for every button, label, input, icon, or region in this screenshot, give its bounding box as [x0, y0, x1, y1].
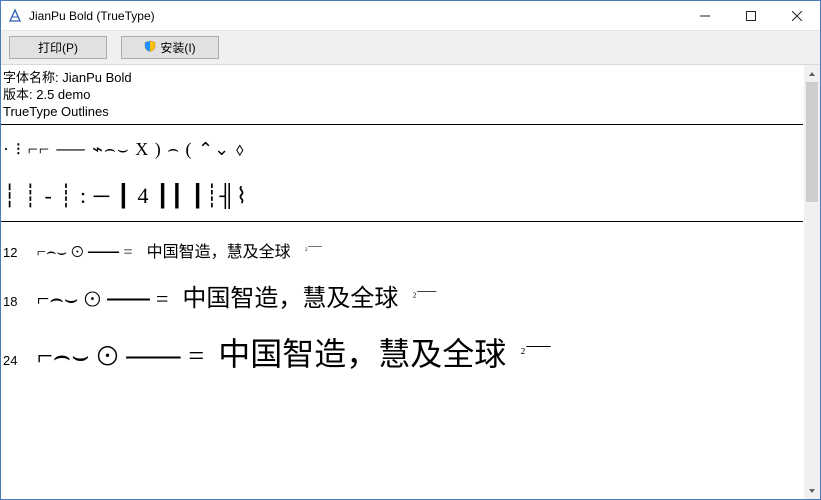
sample-row-24: 24 ⌐⌢⌣ ⊙ ⸺ = 中国智造，慧及全球 ₂⸺ [1, 313, 803, 375]
scrollbar-thumb[interactable] [806, 82, 818, 202]
outlines-value: TrueType Outlines [3, 103, 801, 120]
sample-size-label: 18 [3, 294, 23, 309]
scrollbar-track[interactable] [804, 82, 820, 482]
sample-sup: ₂⸺ [305, 244, 323, 262]
preview-pane: 字体名称: JianPu Bold 版本: 2.5 demo TrueType … [1, 65, 803, 499]
sample-sup: ₂⸺ [520, 341, 551, 373]
window-title: JianPu Bold (TrueType) [29, 9, 155, 23]
version-value: 2.5 demo [36, 87, 90, 102]
scroll-down-arrow-icon[interactable] [804, 482, 820, 499]
sample-symbols: ⌐⌢⌣ ⊙ ⸺ = [37, 286, 168, 312]
font-name-label: 字体名称: [3, 70, 59, 85]
scroll-up-arrow-icon[interactable] [804, 65, 820, 82]
maximize-button[interactable] [728, 1, 774, 31]
minimize-button[interactable] [682, 1, 728, 31]
sample-row-12: 12 ⌐⌢⌣ ⊙ ⸺ = 中国智造，慧及全球 ₂⸺ [1, 222, 803, 262]
shield-icon [144, 40, 156, 55]
sample-text: 中国智造，慧及全球 [182, 278, 398, 313]
glyph-row-1: · ⁝ ⌐⌐ ⸺ ⌁⌢⌣ X ) ⌢ ( ⌃⌄ ⬨ [3, 135, 245, 161]
toolbar: 打印(P) 安装(I) [1, 31, 820, 65]
print-button-label: 打印(P) [38, 39, 78, 56]
sample-symbols: ⌐⌢⌣ ⊙ ⸺ = [37, 244, 133, 262]
install-button-label: 安装(I) [160, 39, 195, 56]
sample-row-18: 18 ⌐⌢⌣ ⊙ ⸺ = 中国智造，慧及全球 ₂⸺ [1, 262, 803, 313]
app-icon [7, 8, 23, 24]
close-button[interactable] [774, 1, 820, 31]
font-name-value: JianPu Bold [62, 70, 131, 85]
version-label: 版本: [3, 87, 33, 102]
sample-text: 中国智造，慧及全球 [218, 329, 506, 375]
vertical-scrollbar[interactable] [803, 65, 820, 499]
sample-size-label: 12 [3, 245, 23, 260]
install-button[interactable]: 安装(I) [121, 36, 219, 59]
glyph-row-2: ┆ ┊ - ┊ : ─ ┃ 4 ┃┃ ┃┊╢⌇ [3, 183, 248, 209]
print-button[interactable]: 打印(P) [9, 36, 107, 59]
sample-text: 中国智造，慧及全球 [147, 238, 291, 262]
title-bar: JianPu Bold (TrueType) [1, 1, 820, 31]
sample-sup: ₂⸺ [412, 286, 437, 312]
sample-symbols: ⌐⌢⌣ ⊙ ⸺ = [37, 341, 204, 373]
sample-size-label: 24 [3, 353, 23, 368]
font-metadata: 字体名称: JianPu Bold 版本: 2.5 demo TrueType … [1, 67, 803, 120]
glyph-preview-block: · ⁝ ⌐⌐ ⸺ ⌁⌢⌣ X ) ⌢ ( ⌃⌄ ⬨ ┆ ┊ - ┊ : ─ ┃ … [1, 125, 803, 222]
